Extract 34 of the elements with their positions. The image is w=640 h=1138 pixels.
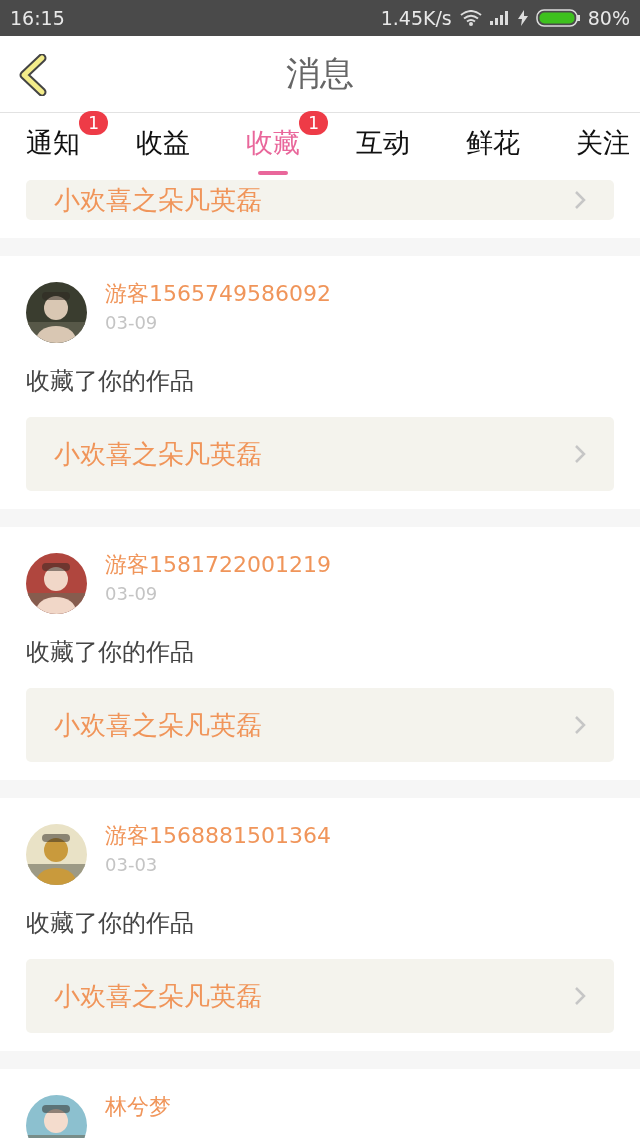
- date: 03-09: [105, 312, 159, 333]
- work-link[interactable]: 小欢喜之朵凡英磊: [26, 688, 614, 762]
- network-speed: 1.45K/s: [380, 7, 452, 29]
- chevron-right-icon: [574, 986, 586, 1006]
- chevron-right-icon: [574, 190, 586, 210]
- battery-icon: [535, 9, 580, 27]
- action-text: 收藏了你的作品: [26, 637, 195, 668]
- action-text: 收藏了你的作品: [26, 908, 195, 939]
- charging-icon: [517, 10, 528, 26]
- count-badge: 1: [79, 110, 108, 135]
- tab[interactable]: 关注: [576, 118, 630, 175]
- user-name[interactable]: 游客1565749586092: [105, 282, 331, 306]
- signal-icon: [489, 11, 510, 25]
- tab[interactable]: 收藏: [246, 118, 300, 175]
- work-link[interactable]: 小欢喜之朵凡英磊: [26, 959, 614, 1033]
- date: 03-03: [105, 854, 159, 875]
- date: 03-09: [105, 583, 159, 604]
- user-name[interactable]: 游客1568881501364: [105, 824, 331, 848]
- action-text: 收藏了你的作品: [26, 366, 195, 397]
- user-name[interactable]: 林兮梦: [105, 1095, 171, 1119]
- user-name[interactable]: 游客1581722001219: [105, 553, 331, 577]
- page-title: 消息: [286, 52, 354, 95]
- tab[interactable]: 收益: [136, 118, 190, 175]
- chevron-right-icon: [574, 715, 586, 735]
- tab[interactable]: 鲜花: [466, 118, 520, 175]
- tab[interactable]: 互动: [356, 118, 410, 175]
- battery-percent: 80%: [587, 7, 630, 29]
- count-badge: 1: [299, 110, 328, 135]
- chevron-right-icon: [574, 444, 586, 464]
- work-link[interactable]: 小欢喜之朵凡英磊: [26, 180, 614, 220]
- work-link[interactable]: 小欢喜之朵凡英磊: [26, 417, 614, 491]
- status-time: 16:15: [10, 7, 65, 29]
- tab[interactable]: 通知: [26, 118, 80, 175]
- wifi-icon: [459, 10, 482, 26]
